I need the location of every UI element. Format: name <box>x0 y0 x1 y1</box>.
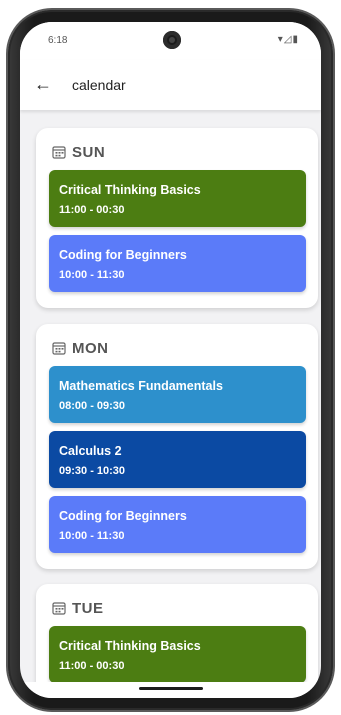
system-nav-bar <box>20 682 321 698</box>
event-title: Critical Thinking Basics <box>59 183 201 197</box>
day-card-tue: TUE Critical Thinking Basics 11:00 - 00:… <box>36 584 318 682</box>
back-arrow-icon[interactable]: ← <box>34 75 52 93</box>
event-title: Mathematics Fundamentals <box>59 379 223 393</box>
status-icons: ▾◿▮ <box>277 34 299 45</box>
home-indicator[interactable] <box>139 687 203 690</box>
event-card[interactable]: Mathematics Fundamentals 08:00 - 09:30 <box>49 366 306 423</box>
status-bar: 6:18 ▾◿▮ <box>20 22 321 60</box>
day-card-sun: SUN Critical Thinking Basics 11:00 - 00:… <box>36 128 318 308</box>
day-name: MON <box>72 339 109 357</box>
day-card-mon: MON Mathematics Fundamentals 08:00 - 09:… <box>36 324 318 569</box>
calendar-icon <box>52 342 66 355</box>
event-card[interactable]: Coding for Beginners 10:00 - 11:30 <box>49 235 306 292</box>
event-title: Critical Thinking Basics <box>59 639 201 653</box>
event-title: Coding for Beginners <box>59 248 187 262</box>
day-name: TUE <box>72 599 104 617</box>
app-bar: ← calendar <box>20 60 321 110</box>
event-title: Coding for Beginners <box>59 509 187 523</box>
day-list[interactable]: SUN Critical Thinking Basics 11:00 - 00:… <box>20 110 321 682</box>
calendar-icon <box>52 602 66 615</box>
phone-frame: 6:18 ▾◿▮ ← calendar SUN Critical Thinkin… <box>8 10 333 710</box>
page-title: calendar <box>72 77 126 93</box>
day-header: SUN <box>52 142 105 162</box>
event-title: Calculus 2 <box>59 444 122 458</box>
status-time: 6:18 <box>48 35 68 46</box>
event-card[interactable]: Critical Thinking Basics 11:00 - 00:30 <box>49 170 306 227</box>
front-camera <box>163 31 181 49</box>
event-card[interactable]: Critical Thinking Basics 11:00 - 00:30 <box>49 626 306 682</box>
day-header: TUE <box>52 598 104 618</box>
day-header: MON <box>52 338 109 358</box>
event-time: 08:00 - 09:30 <box>59 400 126 412</box>
day-name: SUN <box>72 143 106 161</box>
event-time: 10:00 - 11:30 <box>59 269 125 281</box>
event-card[interactable]: Calculus 2 09:30 - 10:30 <box>49 431 306 488</box>
event-card[interactable]: Coding for Beginners 10:00 - 11:30 <box>49 496 306 553</box>
event-time: 11:00 - 00:30 <box>59 204 125 216</box>
calendar-icon <box>52 146 66 159</box>
phone-screen: 6:18 ▾◿▮ ← calendar SUN Critical Thinkin… <box>20 22 321 698</box>
event-time: 10:00 - 11:30 <box>59 530 125 542</box>
event-time: 09:30 - 10:30 <box>59 465 126 477</box>
event-time: 11:00 - 00:30 <box>59 660 125 672</box>
